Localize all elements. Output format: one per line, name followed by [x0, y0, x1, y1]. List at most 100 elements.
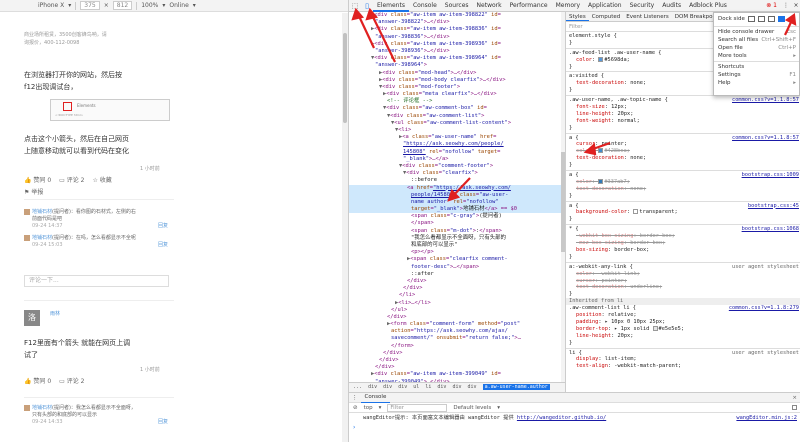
css-declaration[interactable]: background-color: transparent;	[566, 209, 800, 216]
comment-user[interactable]: 地铺石材	[32, 405, 52, 411]
breadcrumb-item[interactable]: div	[437, 384, 446, 390]
dom-node[interactable]: ▼<div class="aw-comment-list">	[349, 113, 561, 120]
console-prompt[interactable]: ›	[349, 423, 800, 432]
tab-performance[interactable]: Performance	[506, 0, 552, 12]
menu-item-open-file[interactable]: Open file Ctrl+P	[714, 44, 799, 52]
breadcrumb-item[interactable]: div	[383, 384, 392, 390]
css-declaration[interactable]: text-decoration: none;	[566, 155, 800, 162]
breadcrumb-item[interactable]: div	[452, 384, 461, 390]
dom-node[interactable]: action="https://ask.seowhy.com/ajax/	[349, 328, 561, 335]
dom-node[interactable]: <span class="c-gray">(提问者)	[349, 213, 561, 220]
menu-item-help[interactable]: Help ▸	[714, 79, 799, 87]
close-icon[interactable]: ×	[792, 395, 800, 401]
device-width-input[interactable]: 375	[80, 1, 100, 10]
breadcrumb-item[interactable]: div	[368, 384, 377, 390]
comment-input[interactable]: 评论一下...	[24, 275, 169, 287]
dom-node[interactable]: ▼<div class="clearfix">	[349, 170, 561, 177]
css-selector[interactable]: a:-webkit-any-link {user agent styleshee…	[566, 264, 800, 271]
css-declaration[interactable]: box-sizing: border-box;	[566, 247, 800, 254]
css-declaration[interactable]: line-height: 20px;	[566, 111, 800, 118]
dom-node[interactable]: </ul>	[349, 307, 561, 314]
dom-node[interactable]: "_blank">…</a>	[349, 156, 561, 163]
tab-audits[interactable]: Audits	[658, 0, 685, 12]
dom-node[interactable]: </span>	[349, 220, 561, 227]
tab-network[interactable]: Network	[473, 0, 506, 12]
css-declaration[interactable]: color: -webkit-link;	[566, 271, 800, 278]
tab-memory[interactable]: Memory	[552, 0, 584, 12]
answer-user[interactable]: 雨林	[50, 310, 60, 317]
css-declaration[interactable]: color: #428bca;	[566, 148, 800, 155]
tab-security[interactable]: Security	[626, 0, 659, 12]
dom-node[interactable]: savecomment/" onsubmit="return false;">…	[349, 335, 561, 342]
css-declaration[interactable]: text-decoration: none;	[566, 186, 800, 193]
css-declaration[interactable]: border-top: ▸ 1px solid #e5e5e5;	[566, 325, 800, 333]
css-rule[interactable]: }	[566, 254, 800, 261]
tab-computed[interactable]: Computed	[589, 12, 624, 21]
like-button[interactable]: 👍 赞同 0	[24, 175, 51, 184]
dom-node-selected[interactable]: name author" rel="nofollow"	[349, 198, 561, 207]
comment-user[interactable]: 地铺石材	[32, 235, 52, 241]
dom-node[interactable]: </div>	[349, 285, 561, 292]
css-declaration[interactable]: font-weight: normal;	[566, 118, 800, 125]
dock-left-icon[interactable]	[757, 16, 765, 22]
console-settings-checkbox[interactable]	[792, 405, 797, 410]
css-declaration[interactable]: position: relative;	[566, 312, 800, 319]
dom-node[interactable]: ▶<form class="comment-form" method="post…	[349, 321, 561, 328]
css-selector[interactable]: a {bootstrap.css:1009	[566, 172, 800, 179]
menu-item-search-all[interactable]: Search all files Ctrl+Shift+F	[714, 36, 799, 44]
close-icon[interactable]: ×	[791, 2, 800, 9]
css-selector[interactable]: .aw-user-name, .aw-topic-name {common.cs…	[566, 97, 800, 104]
drawer-menu-icon[interactable]: ⋮	[349, 395, 361, 401]
css-declaration[interactable]: font-size: 12px;	[566, 104, 800, 111]
clear-console-icon[interactable]: ⊘	[353, 405, 358, 411]
tab-console-drawer[interactable]: Console	[360, 393, 391, 403]
dom-node[interactable]: 145808" rel="nofollow" target=	[349, 149, 561, 156]
dom-node[interactable]: ▶<div class="meta clearfix">…</div>	[349, 91, 561, 98]
dom-node[interactable]: ▼<div class="aw-comment-box" id=	[349, 105, 561, 112]
tab-application[interactable]: Application	[584, 0, 626, 12]
breadcrumb-current[interactable]: a.aw-user-name.author	[482, 384, 550, 390]
console-message-link[interactable]: http://wangeditor.github.io/	[517, 415, 606, 421]
dom-node[interactable]: ▼<ul class="aw-comment-list-content">	[349, 120, 561, 127]
menu-item-shortcuts[interactable]: Shortcuts	[714, 63, 799, 71]
menu-item-hide-console[interactable]: Hide console drawer Esc	[714, 28, 799, 36]
device-height-input[interactable]: 812	[112, 1, 133, 10]
css-selector[interactable]: .aw-comment-list li {common.css?v=1.1.8:…	[566, 305, 800, 312]
device-select[interactable]: iPhone X	[38, 2, 64, 9]
dom-node[interactable]: ▼<div class="mod-footer">	[349, 84, 561, 91]
css-declaration[interactable]: cursor: pointer;	[566, 141, 800, 148]
dom-pseudo[interactable]: ::after	[349, 271, 561, 278]
css-declaration[interactable]: display: list-item;	[566, 356, 800, 363]
dom-node[interactable]: ▼<div class="aw-item aw-item-398964" id=	[349, 55, 561, 62]
css-declaration[interactable]: text-align: -webkit-match-parent;	[566, 363, 800, 370]
css-rule[interactable]: }	[566, 162, 800, 169]
avatar[interactable]: 洛	[24, 310, 40, 326]
css-declaration[interactable]: -webkit-box-sizing: border-box;	[566, 233, 800, 240]
error-count-badge[interactable]: ⊗ 1	[766, 2, 781, 9]
dock-right-icon[interactable]	[777, 16, 785, 22]
dom-node[interactable]: ▶<div class="aw-item aw-item-398936" id=	[349, 41, 561, 48]
tab-adblock-plus[interactable]: Adblock Plus	[685, 0, 731, 12]
dom-node[interactable]: <p></p>	[349, 249, 561, 256]
dom-node[interactable]: ▶<li>…</li>	[349, 300, 561, 307]
inspect-element-icon[interactable]: ⬚	[349, 0, 361, 12]
report-button[interactable]: ⚑ 举报	[24, 187, 43, 196]
kebab-menu-icon[interactable]: ⋮	[781, 2, 791, 9]
collect-button[interactable]: ☆ 收藏	[92, 175, 111, 184]
dock-bottom-icon[interactable]	[767, 16, 775, 22]
elements-tree[interactable]: ▶<div class="aw-item aw-item-398822" id=…	[349, 12, 561, 382]
css-rule[interactable]: }	[566, 125, 800, 132]
dom-node[interactable]: footer-desc">…</span>	[349, 264, 561, 271]
css-declaration[interactable]: padding: ▸ 10px 0 10px 25px;	[566, 319, 800, 326]
dom-node[interactable]: </div>	[349, 357, 561, 364]
breadcrumb-item[interactable]: div	[398, 384, 407, 390]
css-rule[interactable]: }	[566, 216, 800, 223]
breadcrumb-item[interactable]: ...	[353, 384, 362, 390]
console-filter-input[interactable]: Filter	[387, 403, 448, 412]
dom-node[interactable]: "answer-398822">…</div>	[349, 19, 561, 26]
dom-node[interactable]: "answer-398836">…</div>	[349, 34, 561, 41]
dom-node[interactable]: </div>	[349, 314, 561, 321]
css-declaration[interactable]: color: #337ab7;	[566, 178, 800, 186]
menu-item-settings[interactable]: Settings F1	[714, 71, 799, 79]
dom-node[interactable]: ▼<li>	[349, 127, 561, 134]
